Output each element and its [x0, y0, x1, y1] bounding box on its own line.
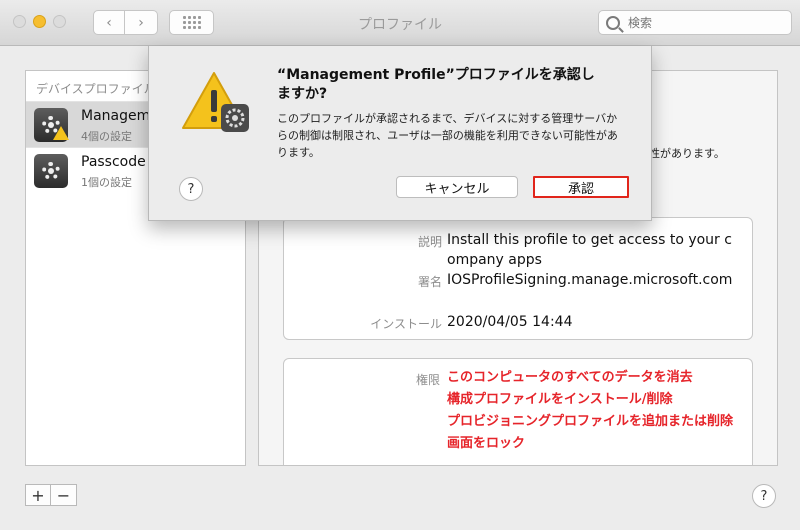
window-title: プロファイル — [358, 17, 442, 33]
search-icon — [606, 15, 620, 30]
permissions-list: このコンピュータのすべてのデータを消去 構成プロファイルをインストール/削除 プ… — [447, 367, 747, 455]
dialog-help-button[interactable]: ? — [179, 177, 203, 201]
list-item-subtitle: 4個の設定 — [81, 130, 132, 143]
detail-peek-text: 性があります。 — [649, 147, 725, 160]
list-item-subtitle: 1個の設定 — [81, 176, 132, 189]
chevron-right-icon: › — [138, 14, 144, 31]
forward-button[interactable]: › — [125, 10, 158, 35]
approve-profile-dialog: “Management Profile”プロファイルを承認しますか? このプロフ… — [148, 46, 652, 221]
remove-profile-button[interactable]: − — [51, 484, 77, 506]
signed-label: 署名 — [417, 275, 442, 289]
show-all-button[interactable] — [169, 10, 214, 35]
back-button[interactable]: ‹ — [93, 10, 125, 35]
warning-icon — [182, 72, 249, 132]
permissions-label: 権限 — [415, 373, 440, 387]
list-item-name: Passcode — [81, 154, 146, 170]
close-window-button[interactable] — [13, 15, 26, 28]
dialog-title: “Management Profile”プロファイルを承認しますか? — [277, 67, 595, 102]
chevron-left-icon: ‹ — [106, 14, 112, 31]
zoom-window-button[interactable] — [53, 15, 66, 28]
dialog-message: このプロファイルが承認されるまで、デバイスに対する管理サーバからの制御は制限され… — [277, 112, 618, 159]
permission-item: このコンピュータのすべてのデータを消去 — [447, 370, 693, 385]
add-profile-button[interactable]: + — [25, 484, 51, 506]
help-button[interactable]: ? — [752, 484, 776, 508]
approve-button[interactable]: 承認 — [533, 176, 629, 198]
grid-icon — [182, 16, 201, 29]
installed-value: 2020/04/05 14:44 — [447, 314, 573, 330]
search-input[interactable] — [628, 15, 778, 30]
minimize-window-button[interactable] — [33, 15, 46, 28]
permission-item: 画面をロック — [447, 436, 526, 451]
profile-info-box: 説明 Install this profile to get access to… — [283, 217, 753, 340]
permission-item: 構成プロファイルをインストール/削除 — [447, 392, 673, 407]
permission-item: プロビジョニングプロファイルを追加または削除 — [447, 414, 734, 429]
signed-value: IOSProfileSigning.manage.microsoft.com — [447, 272, 733, 288]
warning-icon — [53, 126, 69, 140]
window-toolbar: ‹ › プロファイル — [0, 0, 800, 46]
search-field[interactable] — [598, 10, 792, 35]
description-label: 説明 — [417, 235, 442, 249]
cancel-button[interactable]: キャンセル — [396, 176, 518, 198]
permissions-box: 権限 このコンピュータのすべてのデータを消去 構成プロファイルをインストール/削… — [283, 358, 753, 465]
profile-gear-icon — [34, 154, 68, 188]
installed-label: インストール — [370, 317, 442, 331]
description-value: Install this profile to get access to yo… — [447, 232, 732, 268]
